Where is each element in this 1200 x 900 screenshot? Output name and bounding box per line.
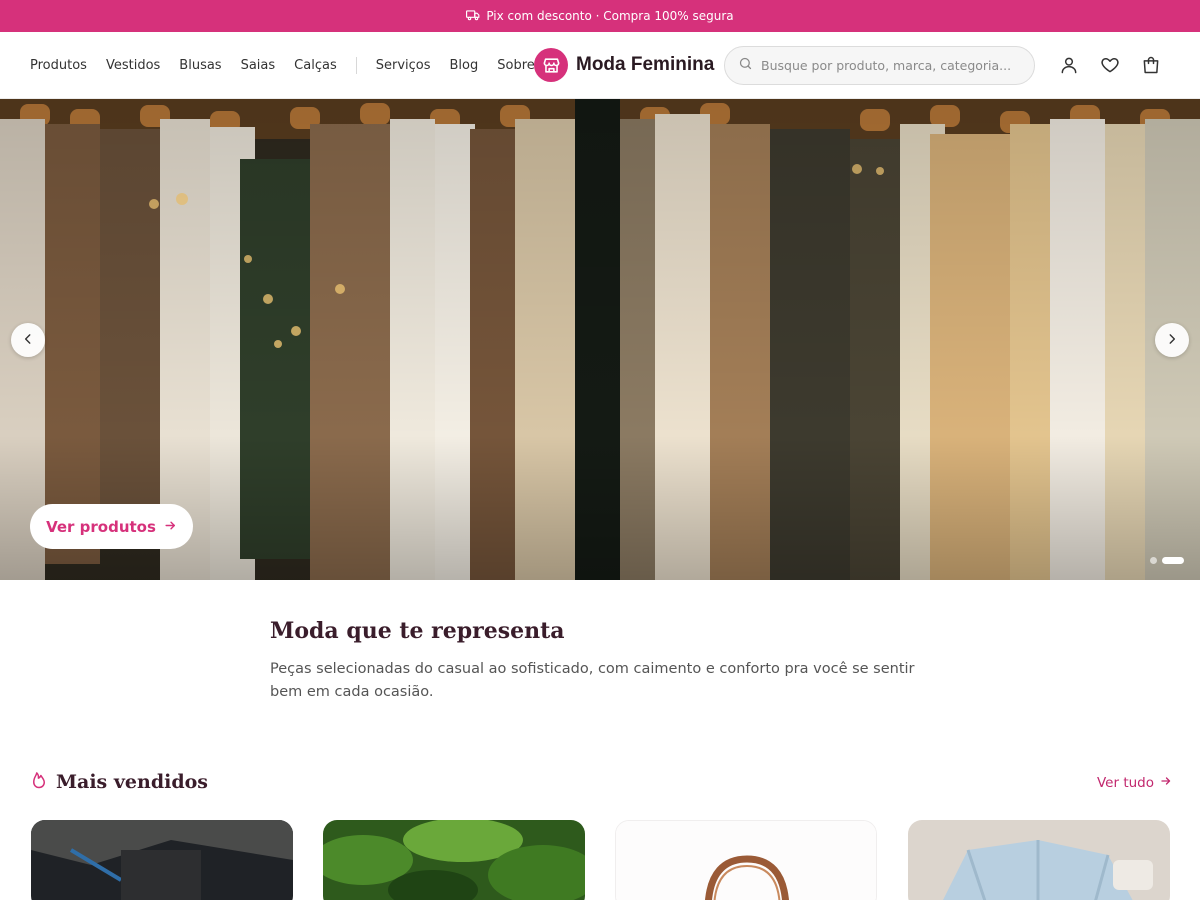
product-card[interactable] [908, 820, 1170, 900]
see-all-label: Ver tudo [1097, 775, 1155, 791]
carousel-next-button[interactable] [1155, 323, 1189, 357]
flame-icon [30, 771, 48, 793]
chevron-right-icon [1165, 331, 1179, 350]
shopping-bag-icon[interactable] [1140, 54, 1162, 76]
see-all-link[interactable]: Ver tudo [1097, 775, 1172, 791]
section-title: Mais vendidos [56, 771, 208, 793]
search-input[interactable] [761, 58, 1021, 73]
carousel-dot[interactable] [1150, 557, 1157, 564]
announcement-bar: Pix com desconto · Compra 100% segura [0, 0, 1200, 32]
carousel-dots [1150, 557, 1184, 564]
search-icon [738, 56, 753, 75]
nav-divider [355, 57, 357, 74]
cta-label: Ver produtos [46, 517, 156, 536]
nav-link-servicos[interactable]: Serviços [376, 58, 431, 73]
product-image [908, 820, 1170, 900]
view-products-button[interactable]: Ver produtos [30, 504, 193, 549]
product-image [31, 820, 293, 900]
product-card[interactable] [31, 820, 293, 900]
intro-text: Peças selecionadas do casual ao sofistic… [270, 661, 915, 700]
heart-icon[interactable] [1099, 54, 1121, 76]
nav-link-blusas[interactable]: Blusas [179, 58, 221, 73]
hero-banner: Ver produtos [0, 99, 1200, 580]
product-image [323, 820, 585, 900]
search-bar [724, 46, 1035, 85]
store-icon [534, 48, 568, 82]
arrow-right-icon [1160, 775, 1172, 791]
intro-title: Moda que te representa [270, 618, 565, 644]
product-card[interactable] [323, 820, 585, 900]
site-header: Produtos Vestidos Blusas Saias Calças Se… [0, 32, 1200, 99]
carousel-prev-button[interactable] [11, 323, 45, 357]
arrow-right-icon [164, 518, 177, 536]
nav-link-saias[interactable]: Saias [241, 58, 276, 73]
user-icon[interactable] [1058, 54, 1080, 76]
main-nav: Produtos Vestidos Blusas Saias Calças Se… [30, 32, 554, 99]
chevron-left-icon [21, 331, 35, 350]
nav-link-blog[interactable]: Blog [450, 58, 479, 73]
site-logo[interactable]: Moda Feminina [534, 48, 714, 82]
best-sellers-header: Mais vendidos [30, 771, 208, 793]
nav-link-produtos[interactable]: Produtos [30, 58, 87, 73]
nav-link-calcas[interactable]: Calças [294, 58, 337, 73]
product-image [616, 821, 876, 900]
logo-text: Moda Feminina [576, 54, 715, 75]
nav-link-sobre[interactable]: Sobre [497, 58, 535, 73]
carousel-dot-active[interactable] [1162, 557, 1184, 564]
product-card[interactable] [615, 820, 877, 900]
truck-icon [466, 8, 480, 25]
nav-link-vestidos[interactable]: Vestidos [106, 58, 160, 73]
announcement-text: Pix com desconto · Compra 100% segura [486, 9, 734, 23]
